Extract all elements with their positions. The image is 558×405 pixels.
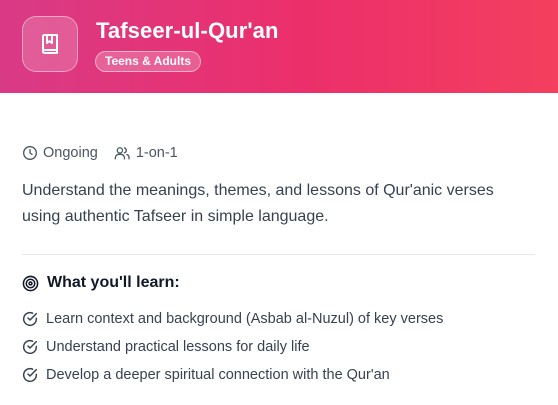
learn-item-text: Learn context and background (Asbab al-N… xyxy=(46,311,444,327)
duration-label: Ongoing xyxy=(43,145,98,161)
course-description: Understand the meanings, themes, and les… xyxy=(22,182,494,225)
learn-item-text: Develop a deeper spiritual connection wi… xyxy=(46,367,390,383)
duration-meta: Ongoing xyxy=(22,145,98,161)
learn-list: Learn context and background (Asbab al-N… xyxy=(22,305,443,389)
learn-item: Develop a deeper spiritual connection wi… xyxy=(22,361,443,389)
target-icon xyxy=(22,275,39,291)
learn-item-text: Understand practical lessons for daily l… xyxy=(46,339,310,355)
audience-badge: Teens & Adults xyxy=(95,51,202,72)
users-icon xyxy=(114,147,130,160)
format-meta: 1-on-1 xyxy=(114,145,178,161)
check-circle-icon xyxy=(22,339,38,355)
learn-heading-text: What you'll learn: xyxy=(47,274,180,291)
course-title: Tafseer-ul-Qur'an xyxy=(96,18,279,43)
format-label: 1-on-1 xyxy=(135,145,178,161)
course-header: Tafseer-ul-Qur'an Teens & Adults xyxy=(0,0,558,93)
course-card: Tafseer-ul-Qur'an Teens & Adults Ongoing… xyxy=(0,0,558,405)
learn-heading: What you'll learn: xyxy=(22,274,180,292)
course-icon-box xyxy=(22,16,78,72)
check-circle-icon xyxy=(22,367,38,383)
clock-icon xyxy=(23,146,37,160)
learn-item: Understand practical lessons for daily l… xyxy=(22,333,443,361)
check-circle-icon xyxy=(22,311,38,327)
section-divider xyxy=(22,254,535,255)
learn-item: Learn context and background (Asbab al-N… xyxy=(22,305,443,333)
book-icon xyxy=(42,34,58,54)
course-meta: Ongoing 1-on-1 xyxy=(22,143,188,163)
